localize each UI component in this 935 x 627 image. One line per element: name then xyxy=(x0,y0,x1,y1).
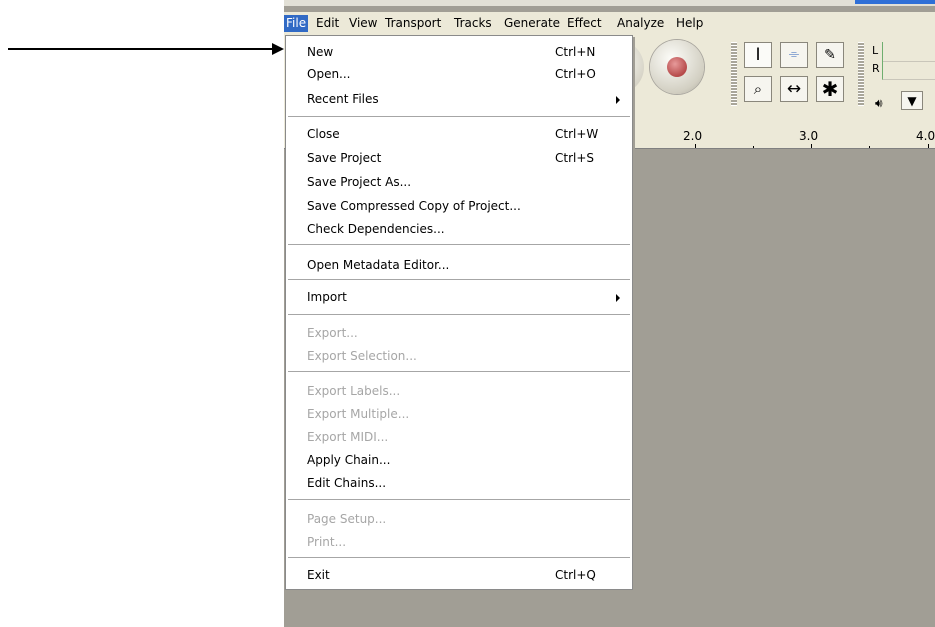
menu-separator xyxy=(288,279,630,281)
menu-bar: File Edit View Transport Tracks Generate… xyxy=(284,12,935,34)
ruler-label-2: 2.0 xyxy=(683,129,703,143)
menu-item-label: Export Multiple... xyxy=(307,407,410,421)
menu-item-label: Open Metadata Editor... xyxy=(307,258,450,272)
meter-left[interactable]: L xyxy=(872,42,935,62)
record-button[interactable] xyxy=(650,40,704,94)
meter-right[interactable]: R xyxy=(872,60,935,80)
menu-item-shortcut: Ctrl+Q xyxy=(555,568,596,582)
ruler-label-4: 4.0 xyxy=(916,129,935,143)
ruler-tick xyxy=(811,144,812,148)
menu-separator xyxy=(288,557,630,559)
meter-right-label: R xyxy=(872,62,880,75)
file-menu-dropdown: New Ctrl+N Open... Ctrl+O Recent Files C… xyxy=(285,35,633,590)
menu-item-close[interactable]: Close Ctrl+W xyxy=(286,124,632,144)
selection-tool-icon[interactable]: I xyxy=(744,42,772,68)
menu-item-label: Exit xyxy=(307,568,330,582)
menu-item-shortcut: Ctrl+S xyxy=(555,151,595,165)
meter-grip[interactable] xyxy=(858,42,864,106)
menu-item-label: Import xyxy=(307,290,347,304)
menu-item-label: Apply Chain... xyxy=(307,453,391,467)
menu-item-shortcut: Ctrl+W xyxy=(555,127,599,141)
menu-item-label: Export Labels... xyxy=(307,384,401,398)
menu-transport[interactable]: Transport xyxy=(383,15,443,32)
title-bar-fragment xyxy=(855,0,935,4)
window-top-edge xyxy=(284,0,935,6)
menu-item-shortcut: Ctrl+O xyxy=(555,67,596,81)
menu-item-label: New xyxy=(307,45,334,59)
menu-tracks[interactable]: Tracks xyxy=(452,15,494,32)
menu-separator xyxy=(288,116,630,118)
menu-item-label: Save Project As... xyxy=(307,175,412,189)
menu-item-open-metadata-editor[interactable]: Open Metadata Editor... xyxy=(286,255,632,275)
menu-item-new[interactable]: New Ctrl+N xyxy=(286,42,632,62)
menu-generate[interactable]: Generate xyxy=(502,15,562,32)
menu-item-import[interactable]: Import xyxy=(286,287,632,307)
menu-item-save-project-as[interactable]: Save Project As... xyxy=(286,172,632,192)
menu-item-label: Print... xyxy=(307,535,347,549)
zoom-tool-icon[interactable]: ⌕ xyxy=(744,76,772,102)
menu-item-open[interactable]: Open... Ctrl+O xyxy=(286,64,632,84)
menu-item-label: Edit Chains... xyxy=(307,476,387,490)
menu-item-label: Save Compressed Copy of Project... xyxy=(307,199,521,213)
menu-item-label: Page Setup... xyxy=(307,512,387,526)
menu-effect[interactable]: Effect xyxy=(565,15,604,32)
tools-grip[interactable] xyxy=(731,42,737,106)
menu-separator xyxy=(288,314,630,316)
menu-item-export-labels[interactable]: Export Labels... xyxy=(286,381,632,401)
menu-separator xyxy=(288,499,630,501)
menu-view[interactable]: View xyxy=(347,15,379,32)
menu-separator xyxy=(288,244,630,246)
ruler-label-3: 3.0 xyxy=(799,129,819,143)
arrow-line xyxy=(8,48,274,50)
menu-item-print[interactable]: Print... xyxy=(286,532,632,552)
volume-dropdown-button[interactable]: ▼ xyxy=(901,91,923,110)
menu-item-label: Save Project xyxy=(307,151,382,165)
menu-item-label: Export Selection... xyxy=(307,349,417,363)
menu-item-shortcut: Ctrl+N xyxy=(555,45,596,59)
menu-item-save-project[interactable]: Save Project Ctrl+S xyxy=(286,148,632,168)
multi-tool-icon[interactable]: ✱ xyxy=(816,76,844,102)
menu-analyze[interactable]: Analyze xyxy=(615,15,666,32)
menu-item-export[interactable]: Export... xyxy=(286,323,632,343)
submenu-arrow-icon xyxy=(616,294,620,302)
menu-item-export-selection[interactable]: Export Selection... xyxy=(286,346,632,366)
menu-separator xyxy=(288,371,630,373)
menu-item-label: Recent Files xyxy=(307,92,379,106)
menu-help[interactable]: Help xyxy=(674,15,705,32)
menu-item-check-dependencies[interactable]: Check Dependencies... xyxy=(286,219,632,239)
menu-item-save-compressed-copy[interactable]: Save Compressed Copy of Project... xyxy=(286,196,632,216)
menu-item-label: Open... xyxy=(307,67,351,81)
draw-tool-icon[interactable]: ✎ xyxy=(816,42,844,68)
menu-item-page-setup[interactable]: Page Setup... xyxy=(286,509,632,529)
menu-item-recent-files[interactable]: Recent Files xyxy=(286,89,632,109)
ruler-tick xyxy=(869,146,870,148)
menu-item-label: Check Dependencies... xyxy=(307,222,445,236)
ruler-tick xyxy=(695,144,696,148)
menu-item-exit[interactable]: Exit Ctrl+Q xyxy=(286,565,632,585)
speaker-icon: 🔊︎ xyxy=(875,96,883,110)
menu-item-export-multiple[interactable]: Export Multiple... xyxy=(286,404,632,424)
arrow-head-icon xyxy=(272,43,284,55)
menu-item-label: Close xyxy=(307,127,340,141)
time-shift-tool-icon[interactable]: ↔ xyxy=(780,76,808,102)
envelope-tool-icon[interactable]: ⌯ xyxy=(780,42,808,68)
menu-item-label: Export... xyxy=(307,326,358,340)
menu-item-label: Export MIDI... xyxy=(307,430,389,444)
record-icon xyxy=(667,57,687,77)
menu-item-export-midi[interactable]: Export MIDI... xyxy=(286,427,632,447)
menu-item-apply-chain[interactable]: Apply Chain... xyxy=(286,450,632,470)
ruler-tick xyxy=(753,146,754,148)
menu-edit[interactable]: Edit xyxy=(314,15,341,32)
menu-file[interactable]: File xyxy=(284,15,309,32)
ruler-tick xyxy=(928,144,929,148)
meter-left-label: L xyxy=(872,44,879,57)
submenu-arrow-icon xyxy=(616,96,620,104)
menu-item-edit-chains[interactable]: Edit Chains... xyxy=(286,473,632,493)
